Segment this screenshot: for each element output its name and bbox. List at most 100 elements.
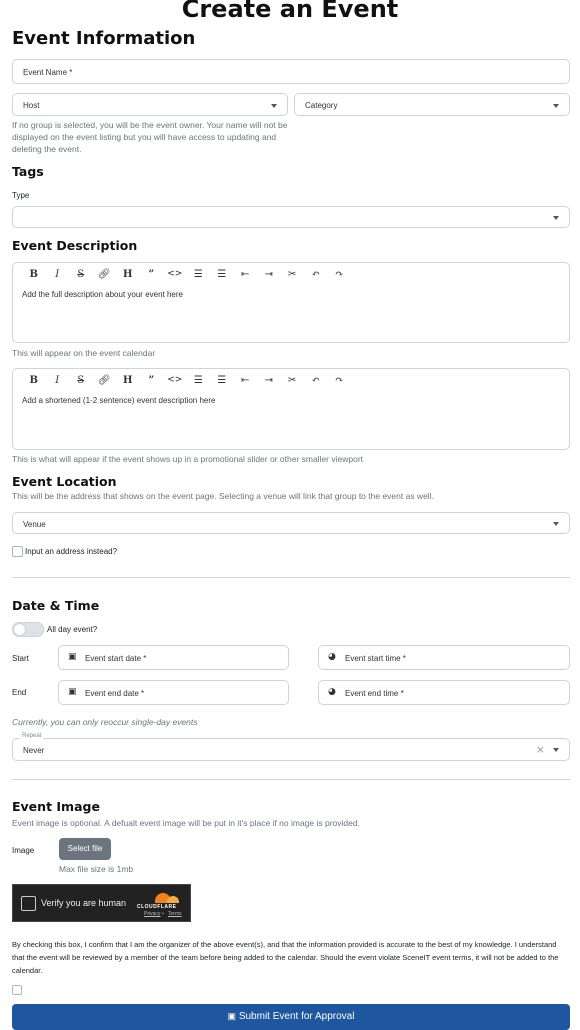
chevron-down-icon xyxy=(553,104,559,108)
indent-icon[interactable]: ⇥ xyxy=(257,375,281,386)
end-time-input[interactable]: ◕ Event end time * xyxy=(318,680,570,705)
cloudflare-brand: CLOUDFLARE xyxy=(137,904,177,910)
image-label: Image xyxy=(12,846,35,855)
event-location-heading: Event Location xyxy=(12,474,117,489)
section-divider xyxy=(12,779,570,780)
location-help-text: This will be the address that shows on t… xyxy=(12,491,434,501)
address-checkbox[interactable] xyxy=(12,546,23,557)
start-label: Start xyxy=(12,654,29,663)
start-time-input[interactable]: ◕ Event start time * xyxy=(318,645,570,670)
repeat-value: Never xyxy=(23,746,45,755)
captcha-label: Verify you are human xyxy=(41,898,127,908)
event-image-heading: Event Image xyxy=(12,799,100,814)
bullet-list-icon[interactable]: ☰ xyxy=(187,269,211,280)
address-checkbox-label: Input an address instead? xyxy=(25,547,118,556)
outdent-icon[interactable]: ⇤ xyxy=(234,269,258,280)
toggle-knob xyxy=(14,624,25,635)
code-icon[interactable]: <> xyxy=(163,269,187,279)
end-label: End xyxy=(12,688,27,697)
captcha-widget: Verify you are human CLOUDFLARE Privacy … xyxy=(12,884,191,922)
reoccur-note: Currently, you can only reoccur single-d… xyxy=(12,717,198,727)
end-time-placeholder: Event end time * xyxy=(345,689,404,698)
venue-label: Venue xyxy=(23,520,46,529)
quote-icon[interactable]: ” xyxy=(140,375,164,386)
start-time-placeholder: Event start time * xyxy=(345,654,406,663)
italic-icon[interactable]: I xyxy=(46,269,70,280)
calendar-icon: ▣ xyxy=(68,687,77,697)
heading-icon[interactable]: H xyxy=(116,375,140,386)
category-label: Category xyxy=(305,101,338,110)
code-icon[interactable]: <> xyxy=(163,375,187,385)
tags-heading: Tags xyxy=(12,164,44,179)
cloudflare-cloud-icon xyxy=(149,891,183,903)
attach-icon[interactable]: ✂ xyxy=(281,269,305,280)
undo-icon[interactable]: ↶ xyxy=(304,375,328,386)
full-description-placeholder: Add the full description about your even… xyxy=(22,290,183,299)
link-icon[interactable]: 🔗︎ xyxy=(93,269,117,280)
end-date-placeholder: Event end date * xyxy=(85,689,145,698)
undo-icon[interactable]: ↶ xyxy=(304,269,328,280)
clock-icon: ◕ xyxy=(328,652,336,662)
all-day-toggle[interactable] xyxy=(12,622,44,637)
date-time-heading: Date & Time xyxy=(12,598,100,613)
end-date-input[interactable]: ▣ Event end date * xyxy=(58,680,289,705)
event-name-input[interactable]: Event Name * xyxy=(12,59,570,84)
link-separator: • xyxy=(162,911,164,917)
strikethrough-icon[interactable]: S xyxy=(69,269,93,280)
quote-icon[interactable]: ” xyxy=(140,269,164,280)
editor-toolbar: B I S 🔗︎ H ” <> ☰ ☰ ⇤ ⇥ ✂ ↶ ↷ xyxy=(22,374,351,386)
calendar-icon: ▣ xyxy=(68,652,77,662)
max-file-size: Max file size is 1mb xyxy=(59,864,134,874)
ordered-list-icon[interactable]: ☰ xyxy=(210,375,234,386)
chevron-down-icon xyxy=(553,522,559,526)
editor-toolbar: B I S 🔗︎ H ” <> ☰ ☰ ⇤ ⇥ ✂ ↶ ↷ xyxy=(22,268,351,280)
page-title: Create an Event xyxy=(181,0,399,23)
agreement-checkbox[interactable] xyxy=(12,985,22,995)
agreement-text: By checking this box, I confirm that I a… xyxy=(12,940,559,975)
full-description-help: This will appear on the event calendar xyxy=(12,348,156,358)
calendar-plus-icon: ▣ xyxy=(227,1011,237,1021)
host-help-text: If no group is selected, you will be the… xyxy=(12,120,288,154)
bullet-list-icon[interactable]: ☰ xyxy=(187,375,211,386)
outdent-icon[interactable]: ⇤ xyxy=(234,375,258,386)
section-divider xyxy=(12,577,570,578)
terms-link[interactable]: Terms xyxy=(168,911,182,917)
heading-icon[interactable]: H xyxy=(116,269,140,280)
event-description-heading: Event Description xyxy=(12,238,138,253)
bold-icon[interactable]: B xyxy=(22,269,46,280)
type-label: Type xyxy=(12,191,30,200)
privacy-link[interactable]: Privacy xyxy=(144,911,160,917)
indent-icon[interactable]: ⇥ xyxy=(257,269,281,280)
select-file-button[interactable]: Select file xyxy=(59,838,111,860)
host-label: Host xyxy=(23,101,40,110)
start-date-input[interactable]: ▣ Event start date * xyxy=(58,645,289,670)
repeat-label: Repeat xyxy=(20,733,44,739)
strikethrough-icon[interactable]: S xyxy=(69,375,93,386)
attach-icon[interactable]: ✂ xyxy=(281,375,305,386)
all-day-label: All day event? xyxy=(47,625,98,634)
submit-button-label: Submit Event for Approval xyxy=(238,1011,355,1022)
ordered-list-icon[interactable]: ☰ xyxy=(210,269,234,280)
italic-icon[interactable]: I xyxy=(46,375,70,386)
short-description-help: This is what will appear if the event sh… xyxy=(12,454,364,464)
venue-select[interactable]: Venue xyxy=(12,512,570,534)
link-icon[interactable]: 🔗︎ xyxy=(93,375,117,386)
start-date-placeholder: Event start date * xyxy=(85,654,147,663)
clear-icon[interactable]: × xyxy=(536,743,545,756)
event-information-heading: Event Information xyxy=(12,28,196,49)
submit-button[interactable]: ▣ Submit Event for Approval xyxy=(12,1004,570,1030)
chevron-down-icon xyxy=(553,748,559,752)
event-name-placeholder: Event Name * xyxy=(23,68,73,77)
redo-icon[interactable]: ↷ xyxy=(328,375,352,386)
bold-icon[interactable]: B xyxy=(22,375,46,386)
short-description-placeholder: Add a shortened (1-2 sentence) event des… xyxy=(22,396,216,405)
repeat-select[interactable]: Never × xyxy=(12,738,570,761)
type-select[interactable] xyxy=(12,206,570,228)
category-select[interactable]: Category xyxy=(294,93,570,116)
host-select[interactable]: Host xyxy=(12,93,288,116)
chevron-down-icon xyxy=(553,216,559,220)
redo-icon[interactable]: ↷ xyxy=(328,269,352,280)
clock-icon: ◕ xyxy=(328,687,336,697)
chevron-down-icon xyxy=(271,104,277,108)
captcha-checkbox[interactable] xyxy=(21,896,36,911)
